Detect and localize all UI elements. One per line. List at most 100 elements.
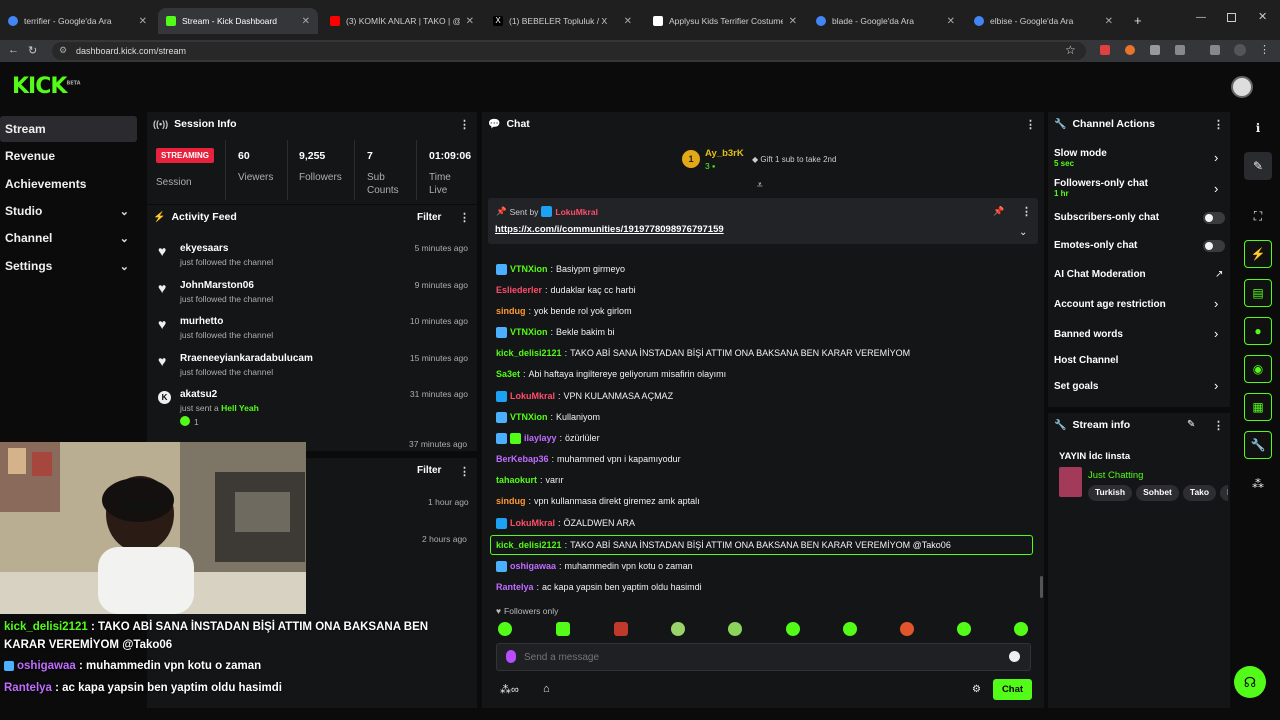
nav-item-stream[interactable]: Stream — [0, 116, 137, 142]
site-info-icon[interactable]: ⚙ — [59, 45, 67, 56]
close-tab-icon[interactable]: ✕ — [624, 16, 632, 27]
fullscreen-icon[interactable]: ⛶ — [1244, 202, 1272, 230]
category-thumbnail[interactable] — [1059, 467, 1082, 497]
profile-avatar-icon[interactable] — [1234, 44, 1246, 56]
channel-actions-menu-icon[interactable]: ⋮ — [1213, 118, 1224, 131]
emotes-only-toggle[interactable] — [1203, 240, 1225, 252]
emote-icon[interactable] — [728, 622, 742, 636]
extensions-puzzle-icon[interactable] — [1175, 45, 1185, 55]
url-field[interactable]: dashboard.kick.com/stream — [52, 42, 1086, 60]
close-tab-icon[interactable]: ✕ — [1105, 16, 1113, 27]
notes-icon[interactable]: ▤ — [1244, 279, 1272, 307]
slow-mode-item[interactable]: Slow mode 5 sec — [1054, 148, 1107, 168]
emote-icon[interactable] — [957, 622, 971, 636]
close-tab-icon[interactable]: ✕ — [466, 16, 474, 27]
close-tab-icon[interactable]: ✕ — [789, 16, 797, 27]
chat-menu-icon[interactable]: ⋮ — [1025, 118, 1036, 131]
browser-tab[interactable]: X (1) BEBELER Topluluk / X ✕ — [485, 8, 640, 34]
support-chat-icon[interactable]: ☊ — [1234, 666, 1266, 698]
account-age-item[interactable]: Account age restriction — [1054, 299, 1166, 310]
chat-scrollbar[interactable] — [1040, 576, 1043, 598]
followers-only-item[interactable]: Followers-only chat 1 hr — [1054, 178, 1148, 198]
tag[interactable]: b — [1220, 485, 1228, 501]
chat-widget-icon[interactable]: ● — [1244, 317, 1272, 345]
banned-words-item[interactable]: Banned words — [1054, 329, 1123, 340]
browser-tab[interactable]: elbise - Google'da Ara ✕ — [966, 8, 1121, 34]
nav-item-achievements[interactable]: Achievements — [0, 171, 137, 197]
browser-tab-active[interactable]: Stream - Kick Dashboard ✕ — [158, 8, 318, 34]
gift-prompt[interactable]: ◆ Gift 1 sub to take 2nd — [752, 155, 836, 164]
chevron-right-icon[interactable]: › — [1214, 378, 1218, 393]
chat-message-input[interactable] — [524, 647, 994, 667]
browser-tab[interactable]: (3) KOMİK ANLAR | TAKO | @Je ✕ — [322, 8, 482, 34]
extension-icon[interactable] — [1125, 45, 1135, 55]
emote-icon[interactable] — [843, 622, 857, 636]
browser-tab[interactable]: Applysu Kids Terrifier Costume ✕ — [645, 8, 805, 34]
expand-leaderboard-icon[interactable]: ⩡ — [757, 180, 763, 191]
pinned-menu-icon[interactable]: ⋮ — [1021, 205, 1032, 218]
extension-icon[interactable] — [1100, 45, 1110, 55]
edit-layout-icon[interactable]: ✎ — [1244, 152, 1272, 180]
session-menu-icon[interactable]: ⋮ — [459, 118, 470, 131]
user-avatar[interactable] — [1231, 76, 1253, 98]
nav-item-channel[interactable]: Channel ⌄ — [0, 225, 137, 251]
ai-chat-moderation-item[interactable]: AI Chat Moderation — [1054, 269, 1146, 280]
host-channel-item[interactable]: Host Channel — [1054, 355, 1118, 366]
nav-item-revenue[interactable]: Revenue — [0, 143, 137, 169]
edit-pencil-icon[interactable]: ✎ — [1187, 419, 1195, 430]
community-goals-icon[interactable]: ⁂∞ — [500, 683, 519, 696]
set-goals-item[interactable]: Set goals — [1054, 381, 1098, 392]
emoji-picker-icon[interactable] — [1009, 651, 1020, 662]
browser-tab[interactable]: blade - Google'da Ara ✕ — [808, 8, 963, 34]
tag[interactable]: Sohbet — [1136, 485, 1179, 501]
subscribers-only-toggle[interactable] — [1203, 212, 1225, 224]
bookmark-star-icon[interactable]: ☆ — [1065, 43, 1076, 57]
pinned-link[interactable]: https://x.com/i/communities/191977809897… — [495, 224, 724, 235]
stream-info-widget-icon[interactable]: ▦ — [1244, 393, 1272, 421]
new-tab-icon[interactable]: + — [1134, 13, 1142, 28]
extension-icon[interactable] — [1150, 45, 1160, 55]
tag[interactable]: Turkish — [1088, 485, 1133, 501]
broadcast-widget-icon[interactable]: ◉ — [1244, 355, 1272, 383]
store-icon[interactable]: ⌂ — [543, 683, 550, 695]
chevron-right-icon[interactable]: › — [1214, 181, 1218, 196]
emote-icon[interactable] — [614, 622, 628, 636]
minimize-icon[interactable]: — — [1196, 12, 1206, 23]
chevron-right-icon[interactable]: › — [1214, 296, 1218, 311]
back-icon[interactable]: ← — [8, 44, 19, 56]
close-tab-icon[interactable]: ✕ — [947, 16, 955, 27]
quick-actions-icon[interactable]: ⚡ — [1244, 240, 1272, 268]
chevron-down-icon[interactable]: ⌄ — [1019, 227, 1027, 238]
activity-filter-button[interactable]: Filter — [417, 212, 441, 223]
close-tab-icon[interactable]: ✕ — [302, 16, 310, 27]
emote-icon[interactable] — [900, 622, 914, 636]
external-link-icon[interactable]: ↗ — [1215, 269, 1223, 280]
emote-icon[interactable] — [1014, 622, 1028, 636]
events-filter-button[interactable]: Filter — [417, 465, 441, 476]
reload-icon[interactable]: ↻ — [28, 44, 37, 57]
emote-icon[interactable] — [786, 622, 800, 636]
send-chat-button[interactable]: Chat — [993, 679, 1032, 700]
tag[interactable]: Tako — [1182, 485, 1217, 501]
nav-item-settings[interactable]: Settings ⌄ — [0, 253, 137, 279]
browser-tab[interactable]: terrifier - Google'da Ara ✕ — [0, 8, 155, 34]
chevron-right-icon[interactable]: › — [1214, 150, 1218, 165]
unpin-icon[interactable]: 📌 — [993, 206, 1004, 217]
channel-actions-widget-icon[interactable]: 🔧 — [1244, 431, 1272, 459]
community-icon[interactable]: ⁂ — [1244, 470, 1272, 498]
emote-icon[interactable] — [498, 622, 512, 636]
close-tab-icon[interactable]: ✕ — [139, 16, 147, 27]
maximize-icon[interactable] — [1227, 13, 1236, 22]
nav-item-studio[interactable]: Studio ⌄ — [0, 198, 137, 224]
emote-icon[interactable] — [671, 622, 685, 636]
activity-menu-icon[interactable]: ⋮ — [459, 211, 470, 224]
category-link[interactable]: Just Chatting — [1088, 470, 1143, 481]
events-menu-icon[interactable]: ⋮ — [459, 465, 470, 478]
close-window-icon[interactable]: ✕ — [1258, 10, 1267, 23]
browser-menu-icon[interactable]: ⋮ — [1259, 43, 1270, 56]
top-gifter-name[interactable]: Ay_b3rK — [705, 148, 744, 159]
info-icon[interactable]: ℹ — [1244, 114, 1272, 142]
emote-icon[interactable] — [556, 622, 570, 636]
chat-settings-gear-icon[interactable]: ⚙ — [972, 684, 981, 695]
stream-info-menu-icon[interactable]: ⋮ — [1213, 419, 1224, 432]
